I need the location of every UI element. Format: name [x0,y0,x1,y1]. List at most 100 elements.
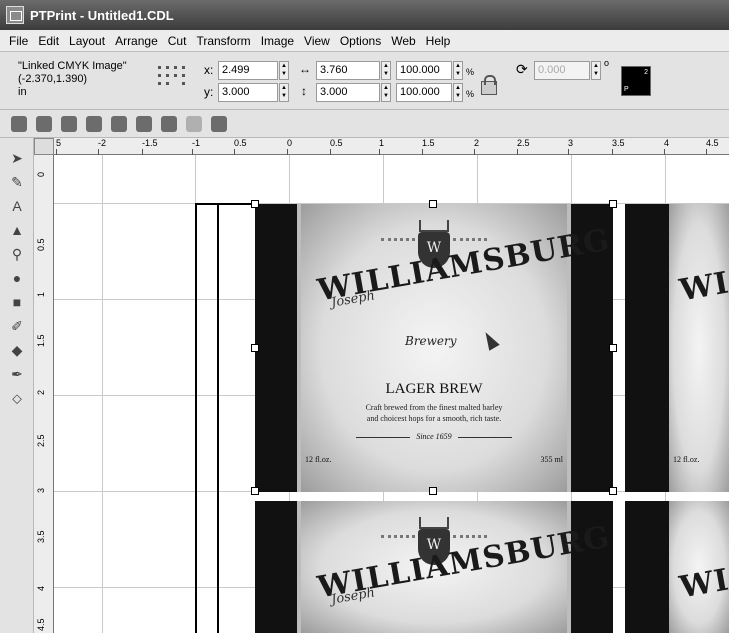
v-tick: 1 [36,291,46,297]
brand-name-corner: WI [677,562,729,606]
h-tick: 1 [379,138,385,155]
width-icon: ↔ [299,62,311,76]
rotation-spinner[interactable]: ▲ ▼ [591,61,601,80]
v-tick: 0.5 [36,238,46,251]
x-position-field[interactable]: 2.499 [218,61,278,80]
rotation-field[interactable]: 0.000 [534,61,590,80]
v-tick: 0 [36,171,46,177]
horizontal-ruler: 5 -2 -1.5 -1 0.5 0 0.5 1 1.5 2 2.5 3 3.5… [54,138,729,155]
width-spinner[interactable]: ▲ ▼ [381,61,391,80]
text-tool-icon[interactable]: A [9,198,25,214]
eraser-icon[interactable]: ⬦ [9,390,25,406]
pointer-tool-icon[interactable]: ➤ [9,150,25,166]
page-border-left [195,203,197,633]
export-icon[interactable] [211,116,227,132]
ruler-corner[interactable] [34,138,54,155]
v-tick: 3.5 [36,530,46,543]
v-tick: 1.5 [36,334,46,347]
desc-line-1: Craft brewed from the finest malted barl… [365,403,503,412]
scale-y-spinner[interactable]: ▲ ▼ [453,83,463,102]
height-spinner[interactable]: ▲ ▼ [381,83,391,102]
scale-y-field[interactable]: 100.000 [396,83,452,102]
resize-handle-l[interactable] [251,344,259,352]
lock-ratio-icon[interactable] [481,75,497,95]
menu-file[interactable]: File [4,34,33,48]
resize-handle-tl[interactable] [251,200,259,208]
desc-line-2: and choicest hops for a smooth, rich tas… [366,414,502,423]
shape-tool-icon[interactable]: ✎ [9,174,25,190]
fill-tool-icon[interactable]: ◆ [9,342,25,358]
h-tick: -1.5 [142,138,158,155]
v-tick: 4 [36,585,46,591]
title-bar: PTPrint - Untitled1.CDL [0,0,729,30]
laurel-left-icon [381,238,415,254]
zoom-tool-icon[interactable]: ⚲ [9,246,25,262]
beer-label-copy-bottom[interactable]: W WILLIAMSBURG Joseph [255,501,613,633]
menu-help[interactable]: Help [421,34,456,48]
beer-label-copy-corner[interactable]: WI [625,501,729,633]
h-tick: 2.5 [517,138,530,155]
redo-icon[interactable] [186,116,202,132]
menu-options[interactable]: Options [335,34,386,48]
label-face: W WILLIAMSBURG Joseph Brewery LAGER BREW… [301,204,613,492]
pen-tool-icon[interactable]: ✐ [9,318,25,334]
y-spinner[interactable]: ▲ ▼ [279,83,289,102]
menu-web[interactable]: Web [386,34,420,48]
resize-handle-bl[interactable] [251,487,259,495]
retouch-tool-icon[interactable] [36,116,52,132]
beer-label-image[interactable]: W WILLIAMSBURG Joseph Brewery LAGER BREW… [255,204,613,492]
brand-name-copy: WI [677,265,729,309]
object-position: (-2.370,1.390) [18,73,88,85]
h-tick: 2 [474,138,480,155]
artistic-text-icon[interactable]: ▲ [9,222,25,238]
menu-arrange[interactable]: Arrange [110,34,163,48]
effect-tool-icon[interactable] [86,116,102,132]
undo-icon[interactable] [161,116,177,132]
scale-x-field[interactable]: 100.000 [396,61,452,80]
crop-tool-icon[interactable] [11,116,27,132]
app-icon [6,6,24,24]
v-tick: 4.5 [36,618,46,631]
image-toolbar [0,110,729,138]
resize-handle-tr[interactable] [609,200,617,208]
height-field[interactable]: 3.000 [316,83,380,102]
drawing-canvas[interactable]: W WILLIAMSBURG Joseph Brewery LAGER BREW… [54,155,729,633]
menu-layout[interactable]: Layout [64,34,110,48]
h-tick: 4.5 [706,138,719,155]
window-title: PTPrint - Untitled1.CDL [30,7,174,23]
grid-line [102,155,103,633]
scale-y-percent: % [466,89,475,99]
width-field[interactable]: 3.760 [316,61,380,80]
paint-tool-icon[interactable] [61,116,77,132]
menu-edit[interactable]: Edit [33,34,64,48]
resize-handle-r[interactable] [609,344,617,352]
menu-image[interactable]: Image [256,34,299,48]
color-swatch[interactable]: 2 P [621,66,651,96]
volume-oz-copy: 12 fl.oz. [673,455,700,464]
page-margin-guide [217,205,219,633]
resize-handle-br[interactable] [609,487,617,495]
h-tick: 0 [287,138,293,155]
anchor-point-grid[interactable] [158,66,186,92]
h-tick: 0.5 [234,138,247,155]
ellipse-tool-icon[interactable]: ● [9,270,25,286]
resize-handle-t[interactable] [429,200,437,208]
menu-cut[interactable]: Cut [163,34,192,48]
rotate-icon: ⟳ [516,61,528,77]
toolbox: ➤ ✎ A ▲ ⚲ ● ■ ✐ ◆ ✒ ⬦ [0,138,34,633]
v-tick: 2.5 [36,434,46,447]
filter-tool-icon[interactable] [111,116,127,132]
menu-view[interactable]: View [299,34,335,48]
swatch-top-label: 2 [644,69,648,76]
h-tick: 1.5 [422,138,435,155]
scale-x-spinner[interactable]: ▲ ▼ [453,61,463,80]
beer-label-copy[interactable]: WI 12 fl.oz. [625,204,729,492]
rectangle-tool-icon[interactable]: ■ [9,294,25,310]
y-position-field[interactable]: 3.000 [218,83,278,102]
crown-icon [419,220,449,232]
resize-handle-b[interactable] [429,487,437,495]
eyedropper-icon[interactable]: ✒ [9,366,25,382]
image-adjust-icon[interactable] [136,116,152,132]
x-spinner[interactable]: ▲ ▼ [279,61,289,80]
menu-transform[interactable]: Transform [191,34,255,48]
